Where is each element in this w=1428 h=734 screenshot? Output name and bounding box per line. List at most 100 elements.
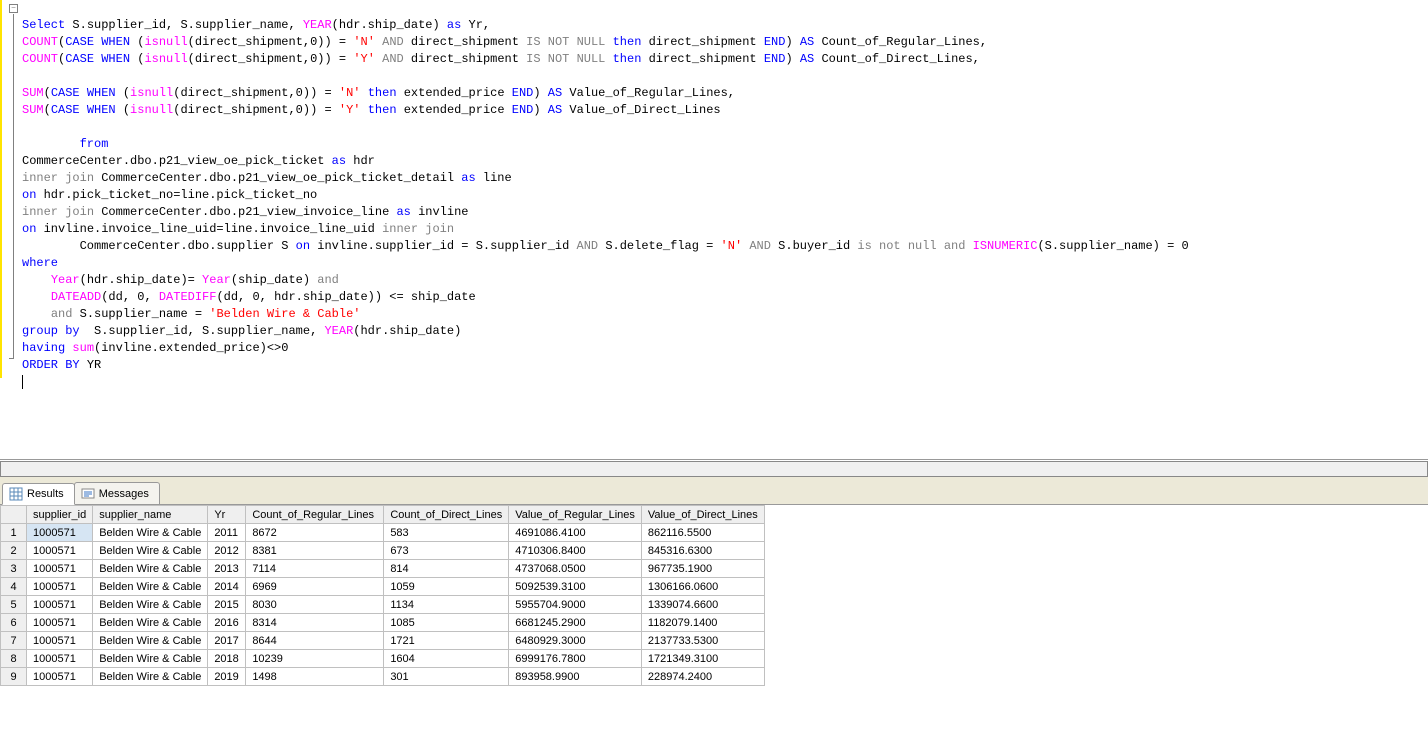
cell-Value_of_Direct_Lines[interactable]: 967735.1900 bbox=[641, 560, 764, 578]
cell-Value_of_Direct_Lines[interactable]: 1339074.6600 bbox=[641, 596, 764, 614]
cell-Yr[interactable]: 2019 bbox=[208, 668, 246, 686]
cell-supplier_id[interactable]: 1000571 bbox=[27, 596, 93, 614]
cell-Count_of_Direct_Lines[interactable]: 814 bbox=[384, 560, 509, 578]
editor-gutter: − bbox=[2, 0, 20, 378]
cell-Value_of_Regular_Lines[interactable]: 6480929.3000 bbox=[509, 632, 642, 650]
cell-Count_of_Direct_Lines[interactable]: 1059 bbox=[384, 578, 509, 596]
table-row[interactable]: 91000571Belden Wire & Cable2019149830189… bbox=[1, 668, 765, 686]
cell-Count_of_Direct_Lines[interactable]: 583 bbox=[384, 524, 509, 542]
column-header-supplier_id[interactable]: supplier_id bbox=[27, 506, 93, 524]
cell-supplier_name[interactable]: Belden Wire & Cable bbox=[93, 542, 208, 560]
cell-Value_of_Direct_Lines[interactable]: 1306166.0600 bbox=[641, 578, 764, 596]
row-number-cell[interactable]: 9 bbox=[1, 668, 27, 686]
cell-Count_of_Regular_Lines[interactable]: 8314 bbox=[246, 614, 384, 632]
row-number-cell[interactable]: 7 bbox=[1, 632, 27, 650]
cell-Count_of_Direct_Lines[interactable]: 1721 bbox=[384, 632, 509, 650]
cell-supplier_name[interactable]: Belden Wire & Cable bbox=[93, 632, 208, 650]
cell-Count_of_Direct_Lines[interactable]: 1134 bbox=[384, 596, 509, 614]
cell-Yr[interactable]: 2017 bbox=[208, 632, 246, 650]
cell-Value_of_Regular_Lines[interactable]: 4710306.8400 bbox=[509, 542, 642, 560]
cell-Value_of_Direct_Lines[interactable]: 228974.2400 bbox=[641, 668, 764, 686]
cell-Count_of_Regular_Lines[interactable]: 10239 bbox=[246, 650, 384, 668]
cell-supplier_id[interactable]: 1000571 bbox=[27, 542, 93, 560]
cell-supplier_id[interactable]: 1000571 bbox=[27, 614, 93, 632]
fold-toggle-icon[interactable]: − bbox=[9, 4, 18, 13]
cell-Value_of_Regular_Lines[interactable]: 6999176.7800 bbox=[509, 650, 642, 668]
cell-Yr[interactable]: 2011 bbox=[208, 524, 246, 542]
cell-Count_of_Regular_Lines[interactable]: 8381 bbox=[246, 542, 384, 560]
table-row[interactable]: 51000571Belden Wire & Cable2015803011345… bbox=[1, 596, 765, 614]
cell-supplier_id[interactable]: 1000571 bbox=[27, 632, 93, 650]
cell-supplier_name[interactable]: Belden Wire & Cable bbox=[93, 596, 208, 614]
cell-Count_of_Regular_Lines[interactable]: 8644 bbox=[246, 632, 384, 650]
row-number-cell[interactable]: 5 bbox=[1, 596, 27, 614]
table-row[interactable]: 31000571Belden Wire & Cable2013711481447… bbox=[1, 560, 765, 578]
sql-editor[interactable]: − Select S.supplier_id, S.supplier_name,… bbox=[0, 0, 1428, 460]
results-table[interactable]: supplier_idsupplier_nameYrCount_of_Regul… bbox=[0, 505, 765, 686]
cell-Value_of_Regular_Lines[interactable]: 4691086.4100 bbox=[509, 524, 642, 542]
cell-supplier_name[interactable]: Belden Wire & Cable bbox=[93, 668, 208, 686]
cell-supplier_name[interactable]: Belden Wire & Cable bbox=[93, 614, 208, 632]
tab-results-label: Results bbox=[27, 488, 64, 500]
row-number-cell[interactable]: 6 bbox=[1, 614, 27, 632]
cell-Count_of_Regular_Lines[interactable]: 6969 bbox=[246, 578, 384, 596]
table-row[interactable]: 71000571Belden Wire & Cable2017864417216… bbox=[1, 632, 765, 650]
column-header-Count_of_Regular_Lines[interactable]: Count_of_Regular_Lines bbox=[246, 506, 384, 524]
cell-supplier_name[interactable]: Belden Wire & Cable bbox=[93, 578, 208, 596]
row-number-cell[interactable]: 3 bbox=[1, 560, 27, 578]
column-header-Value_of_Direct_Lines[interactable]: Value_of_Direct_Lines bbox=[641, 506, 764, 524]
cell-Value_of_Regular_Lines[interactable]: 5092539.3100 bbox=[509, 578, 642, 596]
cell-Count_of_Direct_Lines[interactable]: 1604 bbox=[384, 650, 509, 668]
cell-supplier_id[interactable]: 1000571 bbox=[27, 560, 93, 578]
cell-Count_of_Regular_Lines[interactable]: 8030 bbox=[246, 596, 384, 614]
cell-Value_of_Direct_Lines[interactable]: 845316.6300 bbox=[641, 542, 764, 560]
cell-Count_of_Direct_Lines[interactable]: 1085 bbox=[384, 614, 509, 632]
cell-Yr[interactable]: 2015 bbox=[208, 596, 246, 614]
cell-Value_of_Direct_Lines[interactable]: 1182079.1400 bbox=[641, 614, 764, 632]
column-header-Yr[interactable]: Yr bbox=[208, 506, 246, 524]
cell-Count_of_Regular_Lines[interactable]: 7114 bbox=[246, 560, 384, 578]
tab-messages[interactable]: Messages bbox=[74, 482, 160, 504]
sql-code[interactable]: Select S.supplier_id, S.supplier_name, Y… bbox=[22, 0, 1189, 391]
cell-Value_of_Direct_Lines[interactable]: 1721349.3100 bbox=[641, 650, 764, 668]
cell-supplier_name[interactable]: Belden Wire & Cable bbox=[93, 524, 208, 542]
column-header-Value_of_Regular_Lines[interactable]: Value_of_Regular_Lines bbox=[509, 506, 642, 524]
cell-Yr[interactable]: 2014 bbox=[208, 578, 246, 596]
cell-Value_of_Direct_Lines[interactable]: 2137733.5300 bbox=[641, 632, 764, 650]
cell-Value_of_Regular_Lines[interactable]: 5955704.9000 bbox=[509, 596, 642, 614]
cell-Yr[interactable]: 2016 bbox=[208, 614, 246, 632]
cell-supplier_id[interactable]: 1000571 bbox=[27, 578, 93, 596]
text-cursor bbox=[22, 375, 23, 389]
cell-Value_of_Regular_Lines[interactable]: 6681245.2900 bbox=[509, 614, 642, 632]
row-number-cell[interactable]: 2 bbox=[1, 542, 27, 560]
cell-Value_of_Direct_Lines[interactable]: 862116.5500 bbox=[641, 524, 764, 542]
row-number-header[interactable] bbox=[1, 506, 27, 524]
row-number-cell[interactable]: 1 bbox=[1, 524, 27, 542]
cell-Count_of_Regular_Lines[interactable]: 8672 bbox=[246, 524, 384, 542]
cell-Yr[interactable]: 2012 bbox=[208, 542, 246, 560]
cell-supplier_id[interactable]: 1000571 bbox=[27, 650, 93, 668]
cell-supplier_id[interactable]: 1000571 bbox=[27, 668, 93, 686]
column-header-Count_of_Direct_Lines[interactable]: Count_of_Direct_Lines bbox=[384, 506, 509, 524]
tab-messages-label: Messages bbox=[99, 488, 149, 500]
table-row[interactable]: 21000571Belden Wire & Cable2012838167347… bbox=[1, 542, 765, 560]
row-number-cell[interactable]: 4 bbox=[1, 578, 27, 596]
tab-results[interactable]: Results bbox=[2, 483, 75, 505]
cell-Yr[interactable]: 2018 bbox=[208, 650, 246, 668]
cell-Count_of_Direct_Lines[interactable]: 301 bbox=[384, 668, 509, 686]
row-number-cell[interactable]: 8 bbox=[1, 650, 27, 668]
cell-supplier_name[interactable]: Belden Wire & Cable bbox=[93, 560, 208, 578]
cell-supplier_name[interactable]: Belden Wire & Cable bbox=[93, 650, 208, 668]
cell-Count_of_Regular_Lines[interactable]: 1498 bbox=[246, 668, 384, 686]
table-row[interactable]: 41000571Belden Wire & Cable2014696910595… bbox=[1, 578, 765, 596]
table-row[interactable]: 11000571Belden Wire & Cable2011867258346… bbox=[1, 524, 765, 542]
cell-Value_of_Regular_Lines[interactable]: 893958.9900 bbox=[509, 668, 642, 686]
cell-supplier_id[interactable]: 1000571 bbox=[27, 524, 93, 542]
cell-Yr[interactable]: 2013 bbox=[208, 560, 246, 578]
table-row[interactable]: 61000571Belden Wire & Cable2016831410856… bbox=[1, 614, 765, 632]
cell-Value_of_Regular_Lines[interactable]: 4737068.0500 bbox=[509, 560, 642, 578]
column-header-supplier_name[interactable]: supplier_name bbox=[93, 506, 208, 524]
table-row[interactable]: 81000571Belden Wire & Cable2018102391604… bbox=[1, 650, 765, 668]
horizontal-scrollbar[interactable] bbox=[0, 460, 1428, 477]
cell-Count_of_Direct_Lines[interactable]: 673 bbox=[384, 542, 509, 560]
